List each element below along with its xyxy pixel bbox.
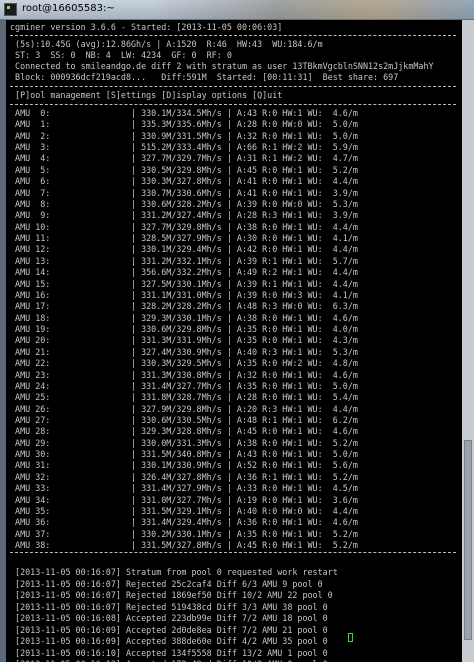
scrollbar-thumb[interactable] (464, 440, 472, 640)
window-title: root@16605583:~ (22, 3, 115, 14)
device-row: AMU 14: | 356.6M/332.2Mh/s | A:49 R:2 HW… (10, 267, 358, 278)
terminal-output[interactable]: cgminer version 3.6.6 - Started: [2013-1… (10, 22, 460, 662)
device-row: AMU 20: | 331.3M/331.9Mh/s | A:35 R:0 HW… (10, 335, 358, 346)
device-row: AMU 29: | 330.0M/331.3Mh/s | A:38 R:0 HW… (10, 437, 358, 448)
title-bar-background (150, 0, 474, 20)
device-row: AMU 31: | 330.1M/330.9Mh/s | A:52 R:0 HW… (10, 460, 358, 471)
device-row: AMU 26: | 327.9M/329.8Mh/s | A:20 R:3 HW… (10, 403, 358, 414)
log-line: [2013-11-05 00:16:07] Rejected 519438cd … (10, 601, 328, 612)
device-row: AMU 32: | 326.4M/327.8Mh/s | A:36 R:1 HW… (10, 471, 358, 482)
device-row: AMU 28: | 329.3M/328.8Mh/s | A:45 R:0 HW… (10, 426, 358, 437)
log-line: [2013-11-05 00:16:08] Accepted 223db99e … (10, 613, 328, 623)
device-row: AMU 2: | 330.9M/331.5Mh/s | A:32 R:0 HW:… (10, 130, 358, 141)
device-row: AMU 0: | 330.1M/334.5Mh/s | A:43 R:0 HW:… (10, 108, 358, 118)
log-line: [2013-11-05 00:16:07] Rejected 1869ef50 … (10, 590, 333, 600)
device-row: AMU 22: | 330.3M/329.5Mh/s | A:35 R:0 HW… (10, 358, 358, 369)
device-row: AMU 21: | 327.4M/330.9Mh/s | A:40 R:3 HW… (10, 346, 358, 357)
device-row: AMU 30: | 331.5M/340.8Mh/s | A:43 R:0 HW… (10, 449, 358, 460)
device-row: AMU 33: | 331.4M/327.9Mh/s | A:33 R:0 HW… (10, 483, 358, 494)
device-row: AMU 37: | 330.2M/330.1Mh/s | A:35 R:0 HW… (10, 528, 358, 539)
device-row: AMU 1: | 335.3M/335.6Mh/s | A:28 R:0 HW:… (10, 119, 358, 130)
separator (10, 104, 456, 105)
terminal-app-icon[interactable] (4, 3, 17, 16)
log-line: [2013-11-05 00:16:07] Stratum from pool … (10, 567, 338, 577)
device-row: AMU 34: | 331.0M/327.7Mh/s | A:19 R:0 HW… (10, 494, 358, 505)
window-title-bar[interactable]: root@16605583:~ (0, 0, 474, 20)
separator (10, 552, 456, 553)
device-row: AMU 16: | 331.1M/331.0Mh/s | A:39 R:0 HW… (10, 289, 358, 300)
summary-line: (5s):10.45G (avg):12.86Gh/s | A:1520 R:4… (10, 39, 323, 49)
device-row: AMU 6: | 330.3M/327.8Mh/s | A:41 R:0 HW:… (10, 176, 358, 187)
device-row: AMU 24: | 331.4M/327.7Mh/s | A:35 R:0 HW… (10, 380, 358, 391)
device-row: AMU 35: | 331.5M/329.1Mh/s | A:40 R:0 HW… (10, 505, 358, 516)
log-line: [2013-11-05 00:16:07] Rejected 25c2caf4 … (10, 578, 323, 589)
device-row: AMU 13: | 331.2M/332.1Mh/s | A:39 R:1 HW… (10, 255, 358, 266)
device-row: AMU 15: | 327.5M/330.1Mh/s | A:39 R:1 HW… (10, 278, 358, 289)
device-row: AMU 19: | 330.6M/329.8Mh/s | A:35 R:0 HW… (10, 324, 358, 335)
summary-line: ST: 3 SS: 0 NB: 4 LW: 4234 GF: 0 RF: 0 (10, 50, 232, 60)
device-row: AMU 25: | 331.8M/328.7Mh/s | A:28 R:0 HW… (10, 392, 358, 403)
device-row: AMU 9: | 331.2M/327.4Mh/s | A:28 R:3 HW:… (10, 210, 358, 221)
device-row: AMU 11: | 328.5M/327.9Mh/s | A:30 R:0 HW… (10, 233, 358, 244)
separator (10, 35, 456, 36)
cgminer-header: cgminer version 3.6.6 - Started: [2013-1… (10, 22, 283, 32)
device-row: AMU 17: | 328.2M/328.2Mh/s | A:48 R:3 HW… (10, 301, 358, 312)
log-line: [2013-11-05 00:16:09] Accepted 2d0de8ea … (10, 624, 328, 635)
device-row: AMU 18: | 329.3M/330.1Mh/s | A:38 R:0 HW… (10, 312, 358, 323)
device-row: AMU 3: | 515.2M/333.4Mh/s | A:66 R:1 HW:… (10, 142, 358, 153)
device-row: AMU 4: | 327.7M/329.7Mh/s | A:31 R:1 HW:… (10, 153, 358, 164)
device-row: AMU 5: | 330.5M/329.8Mh/s | A:45 R:0 HW:… (10, 164, 358, 175)
device-row: AMU 36: | 331.4M/329.4Mh/s | A:36 R:0 HW… (10, 517, 358, 528)
log-line: [2013-11-05 00:16:09] Accepted 388de60e … (10, 636, 328, 646)
summary-line: Block: 000936dcf219acd8... Diff:591M Sta… (10, 72, 399, 82)
device-row: AMU 27: | 330.6M/330.5Mh/s | A:48 R:1 HW… (10, 414, 358, 425)
device-row: AMU 23: | 331.3M/330.8Mh/s | A:32 R:0 HW… (10, 369, 358, 380)
device-row: AMU 8: | 330.6M/328.2Mh/s | A:39 R:0 HW:… (10, 198, 358, 209)
log-line: [2013-11-05 00:16:10] Accepted 134f5558 … (10, 647, 328, 658)
summary-line: Connected to smileandgo.de diff 2 with s… (10, 61, 434, 71)
device-row: AMU 10: | 327.7M/329.8Mh/s | A:38 R:0 HW… (10, 221, 358, 232)
separator (10, 86, 456, 87)
device-row: AMU 12: | 330.1M/329.4Mh/s | A:42 R:0 HW… (10, 244, 358, 255)
menu-line: [P]ool management [S]ettings [D]isplay o… (10, 90, 283, 100)
device-row: AMU 38: | 331.5M/327.8Mh/s | A:45 R:0 HW… (10, 540, 358, 551)
device-row: AMU 7: | 330.7M/330.6Mh/s | A:41 R:0 HW:… (10, 187, 358, 198)
terminal-cursor (348, 633, 353, 642)
window-left-border (0, 20, 6, 662)
